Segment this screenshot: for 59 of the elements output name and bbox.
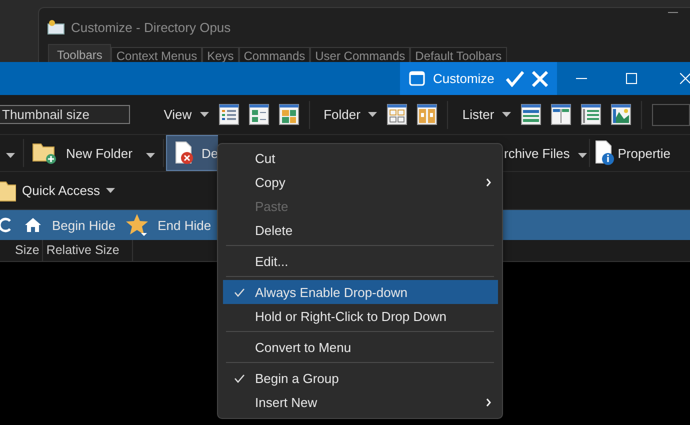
dropdown-arrow-icon[interactable] <box>502 112 512 117</box>
archive-files-button[interactable]: rchive Files <box>504 146 570 160</box>
dropdown-arrow-icon[interactable] <box>368 112 378 117</box>
menu-item[interactable]: Edit... <box>223 249 498 273</box>
maximize-icon[interactable] <box>626 73 637 84</box>
window-title: Customize - Directory Opus <box>71 20 231 34</box>
details-view-icon[interactable] <box>218 104 239 125</box>
folder-menu[interactable]: Folder <box>324 107 360 122</box>
viewer-pane-icon[interactable] <box>611 104 632 125</box>
menu-item[interactable]: Delete <box>223 218 498 242</box>
star-icon[interactable] <box>126 213 150 237</box>
column-header[interactable]: Relative Size <box>43 240 134 261</box>
dual-pane-icon[interactable] <box>417 104 438 125</box>
list-view-icon[interactable] <box>248 104 269 125</box>
begin-hide-button[interactable]: Begin Hide <box>52 218 116 232</box>
app-icon <box>47 19 65 35</box>
new-folder-icon[interactable] <box>32 141 58 165</box>
properties-button[interactable]: Propertie <box>618 146 670 160</box>
tab[interactable]: Toolbars <box>48 44 112 62</box>
tab[interactable]: Commands <box>238 47 310 62</box>
dropdown-arrow-icon[interactable] <box>106 188 116 193</box>
menu-item[interactable]: Convert to Menu <box>223 335 498 359</box>
dropdown-arrow-icon[interactable] <box>200 112 209 117</box>
end-hide-button[interactable]: End Hide <box>158 218 212 232</box>
thumbnail-view-icon[interactable] <box>278 104 299 125</box>
close-icon[interactable] <box>680 73 690 84</box>
menu-item[interactable]: Copy <box>223 170 498 194</box>
dropdown-arrow-icon[interactable] <box>6 152 15 158</box>
tab[interactable]: Default Toolbars <box>410 47 507 62</box>
column-header[interactable]: Size <box>12 240 44 261</box>
view-menu[interactable]: View <box>164 107 192 122</box>
new-folder-button[interactable]: New Folder <box>66 146 132 160</box>
tab[interactable]: Context Menus <box>111 47 202 62</box>
tree-layout-icon[interactable] <box>581 104 602 125</box>
menu-item[interactable]: Begin a Group <box>223 366 498 390</box>
refresh-icon[interactable] <box>0 217 12 233</box>
close-icon[interactable] <box>532 70 548 86</box>
menu-item[interactable]: Insert New <box>223 390 498 414</box>
tab[interactable]: User Commands <box>310 47 410 62</box>
vertical-layout-icon[interactable] <box>551 104 572 125</box>
delete-button[interactable]: De <box>166 135 218 171</box>
window-icon <box>409 71 425 86</box>
quick-access-button[interactable]: Quick Access <box>22 183 100 198</box>
minimize-icon[interactable] <box>576 78 588 79</box>
menu-item[interactable]: Always Enable Drop-down <box>223 280 498 304</box>
menu-item[interactable]: Cut <box>223 146 498 170</box>
folder-layout-icon[interactable] <box>387 104 408 125</box>
folder-icon[interactable] <box>0 180 16 202</box>
dropdown-arrow-icon[interactable] <box>578 152 587 158</box>
menu-item[interactable]: Hold or Right-Click to Drop Down <box>223 304 498 328</box>
lister-menu[interactable]: Lister <box>462 107 494 122</box>
checkmark-icon[interactable] <box>506 70 524 86</box>
properties-icon[interactable] <box>594 140 616 166</box>
dropdown-arrow-icon[interactable] <box>146 152 156 158</box>
input-field[interactable] <box>652 104 690 126</box>
horizontal-layout-icon[interactable] <box>521 104 542 125</box>
thumbnail-size-field[interactable]: Thumbnail size <box>0 105 130 124</box>
customize-label: Customize <box>433 71 494 86</box>
home-icon[interactable] <box>24 217 42 233</box>
